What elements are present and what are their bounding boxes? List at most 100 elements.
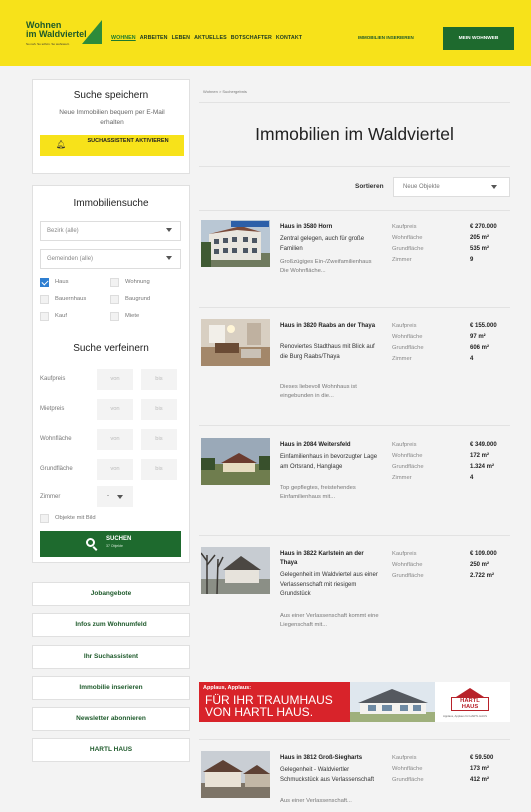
fact-value: 172 m²	[470, 453, 490, 459]
fact-key: Wohnfläche	[392, 453, 423, 459]
search-title: Immobiliensuche	[73, 198, 149, 209]
listing-title[interactable]: Haus in 3822 Karlstein an der Thaya	[280, 550, 380, 568]
link-newsletter[interactable]: Newsletter abonnieren	[32, 707, 190, 731]
listing-title[interactable]: Haus in 2084 Weitersfeld	[280, 441, 380, 450]
gemeinden-select[interactable]: Gemeinden (alle)	[40, 249, 181, 269]
bell-icon: 🔔︎	[56, 140, 67, 149]
checkbox-miete[interactable]	[110, 312, 119, 321]
listing-photo[interactable]	[201, 438, 270, 485]
link-jobangebote[interactable]: Jobangebote	[32, 582, 190, 606]
checkbox-haus[interactable]	[40, 278, 49, 287]
listing-item[interactable]: Haus in 2084 Weitersfeld Einfamilienhaus…	[199, 432, 510, 532]
checkbox-with-image[interactable]	[40, 514, 49, 523]
fact-value: € 349.000	[470, 442, 497, 448]
logo-tagline: So nah. So schön. So wohnwert.	[26, 42, 70, 46]
listing-title[interactable]: Haus in 3820 Raabs an der Thaya	[280, 322, 380, 331]
listing-item[interactable]: Haus in 3822 Karlstein an der Thaya Gele…	[199, 541, 510, 661]
fact-key: Kaufpreis	[392, 442, 417, 448]
grundflaeche-bis-input[interactable]: bis	[141, 459, 177, 480]
fact-key: Grundfläche	[392, 573, 424, 579]
hartl-haus-ad-banner[interactable]: Applaus, Applaus: FÜR IHR TRAUMHAUS VON …	[199, 680, 510, 723]
checkbox-miete-label: Miete	[125, 313, 140, 319]
checkbox-kauf[interactable]	[40, 312, 49, 321]
fact-value: 97 m²	[470, 334, 486, 340]
checkbox-kauf-label: Kauf	[55, 313, 67, 319]
grundflaeche-von-input[interactable]: von	[97, 459, 133, 480]
mietpreis-von-input[interactable]: von	[97, 399, 133, 420]
divider	[199, 425, 510, 426]
listing-desc2: Dieses liebevoll Wohnhaus ist eingebunde…	[280, 384, 357, 400]
fact-value: 4	[470, 356, 474, 362]
nav-item-aktuelles[interactable]: AKTUELLES	[194, 35, 227, 41]
wohnflaeche-label: Wohnfläche	[40, 436, 72, 442]
listing-item[interactable]: Haus in 3812 Groß-Siegharts Gelegenheit …	[199, 745, 510, 812]
fact-value: 606 m²	[470, 345, 490, 351]
nav-item-arbeiten[interactable]: ARBEITEN	[140, 35, 168, 41]
fact-key: Kaufpreis	[392, 323, 417, 329]
fact-key: Wohnfläche	[392, 235, 423, 241]
divider	[199, 102, 510, 103]
fact-value: 205 m²	[470, 235, 490, 241]
listing-photo[interactable]	[201, 547, 270, 594]
checkbox-haus-label: Haus	[55, 279, 69, 285]
nav-item-leben[interactable]: LEBEN	[172, 35, 190, 41]
listing-photo[interactable]	[201, 319, 270, 366]
checkbox-bauernhaus[interactable]	[40, 295, 49, 304]
fact-key: Zimmer	[392, 356, 412, 362]
fact-value: € 59.500	[470, 755, 494, 761]
refine-title: Suche verfeinern	[73, 343, 149, 354]
immobilien-inserieren-link[interactable]: IMMOBILIEN INSERIEREN	[358, 35, 414, 40]
house-photo-1	[201, 220, 270, 267]
chevron-down-icon	[117, 495, 123, 499]
fact-value: 173 m²	[470, 766, 490, 772]
divider	[199, 535, 510, 536]
page-title: Immobilien im Waldviertel	[255, 124, 454, 144]
fact-key: Wohnfläche	[392, 766, 423, 772]
divider	[199, 210, 510, 211]
fact-value: 412 m²	[470, 777, 490, 783]
checkbox-with-image-label: Objekte mit Bild	[55, 515, 96, 521]
link-wohnumfeld[interactable]: Infos zum Wohnumfeld	[32, 613, 190, 637]
wohnflaeche-bis-input[interactable]: bis	[141, 429, 177, 450]
listing-photo[interactable]	[201, 220, 270, 267]
listing-desc2: Top gepflegtes, freistehendes Einfamilie…	[280, 485, 356, 501]
fact-key: Kaufpreis	[392, 551, 417, 557]
nav-item-wohnen[interactable]: WOHNEN	[111, 35, 136, 41]
link-suchassistent[interactable]: Ihr Suchassistent	[32, 645, 190, 669]
mein-wohnweb-button[interactable]: MEIN WOHNWEB	[443, 27, 514, 50]
checkbox-wohnung[interactable]	[110, 278, 119, 287]
fact-key: Grundfläche	[392, 246, 424, 252]
sort-select[interactable]: Neue Objekte	[393, 177, 510, 197]
listing-item[interactable]: Haus in 3820 Raabs an der Thaya Renovier…	[199, 313, 510, 423]
divider	[199, 166, 510, 167]
search-button[interactable]: SUCHEN 37 Objekte	[40, 531, 181, 557]
fact-value: 1.324 m²	[470, 464, 495, 470]
listing-title[interactable]: Haus in 3580 Horn	[280, 223, 380, 232]
main-nav: WOHNEN ARBEITEN LEBEN AKTUELLES BOTSCHAF…	[111, 35, 302, 41]
breadcrumb[interactable]: Wohnen > Suchergebnis	[203, 89, 247, 94]
zimmer-select[interactable]: -	[97, 486, 133, 507]
link-hartl-haus[interactable]: HARTL HAUS	[32, 738, 190, 762]
link-immobilie-inserieren[interactable]: Immobilie inserieren	[32, 676, 190, 700]
nav-item-kontakt[interactable]: KONTAKT	[276, 35, 302, 41]
zimmer-label: Zimmer	[40, 494, 61, 500]
kaufpreis-bis-input[interactable]: bis	[141, 369, 177, 390]
mietpreis-bis-input[interactable]: bis	[141, 399, 177, 420]
bezirk-select[interactable]: Bezirk (alle)	[40, 221, 181, 241]
divider	[199, 307, 510, 308]
listing-item[interactable]: Haus in 3580 Horn Zentral gelegen, auch …	[199, 214, 510, 306]
checkbox-wohnung-label: Wohnung	[125, 279, 150, 285]
wohnflaeche-von-input[interactable]: von	[97, 429, 133, 450]
fact-key: Wohnfläche	[392, 334, 423, 340]
checkbox-baugrund[interactable]	[110, 295, 119, 304]
listing-photo[interactable]	[201, 751, 270, 798]
chevron-down-icon	[166, 256, 172, 260]
kaufpreis-von-input[interactable]: von	[97, 369, 133, 390]
listing-desc2: Großzügiges Ein-/Zweifamilienhaus Die Wo…	[280, 259, 372, 275]
listing-title[interactable]: Haus in 3812 Groß-Siegharts	[280, 754, 380, 763]
nav-item-botschafter[interactable]: BOTSCHAFTER	[231, 35, 272, 41]
activate-search-assistant-button[interactable]: 🔔︎ SUCHASSISTENT AKTIVIEREN	[40, 135, 184, 156]
site-logo[interactable]: Wohnen im Waldviertel So nah. So schön. …	[26, 20, 104, 50]
listing-desc: Renoviertes Stadthaus mit Blick auf die …	[280, 344, 375, 360]
fact-key: Grundfläche	[392, 345, 424, 351]
